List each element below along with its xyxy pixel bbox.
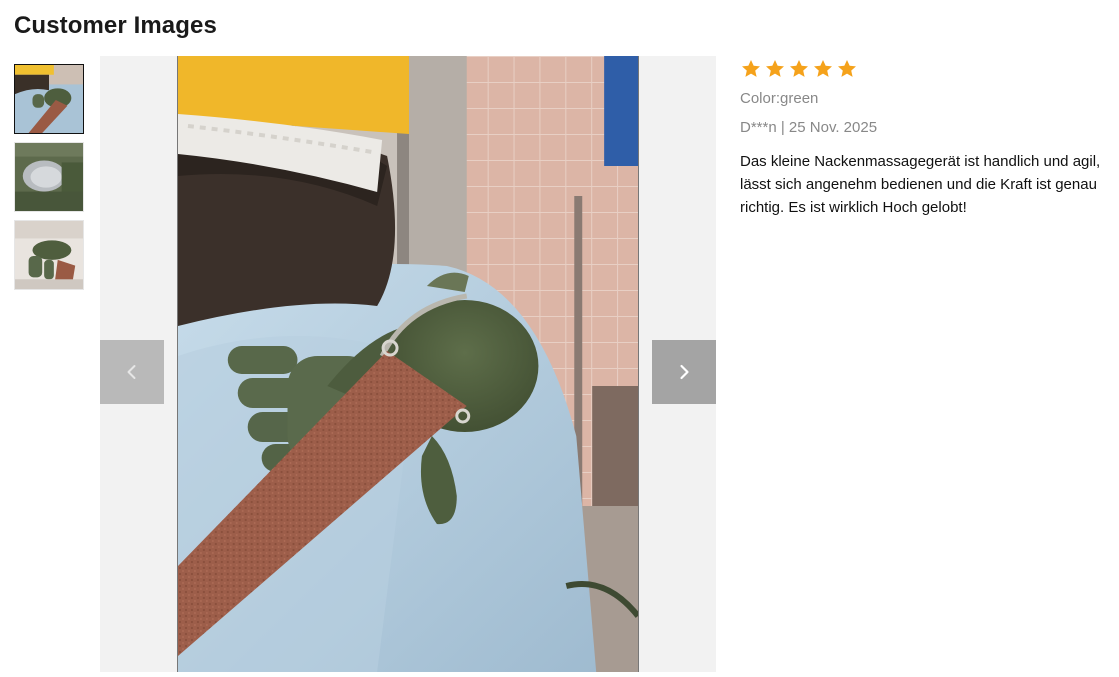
next-image-button[interactable] [652,340,716,404]
star-icon [740,58,762,80]
chevron-right-icon [680,364,689,380]
star-icon [764,58,786,80]
thumbnail-2-image [15,143,83,211]
thumbnail-2[interactable] [14,142,84,212]
thumbnail-1[interactable] [14,64,84,134]
review-author-date: D***n | 25 Nov. 2025 [740,119,878,136]
previous-image-button[interactable] [100,340,164,404]
thumbnail-strip [14,64,84,298]
page-title: Customer Images [14,12,217,39]
chevron-left-icon [127,365,136,379]
color-variant: Color:green [740,90,819,107]
star-rating [740,56,1110,82]
star-icon [836,58,858,80]
image-viewer [100,56,716,672]
thumbnail-3[interactable] [14,220,84,290]
review-text: Das kleine Nackenmassagegerät ist handli… [740,153,1101,216]
main-photo-image [178,56,638,672]
thumbnail-1-image [15,65,83,133]
main-photo [177,56,639,672]
star-icon [788,58,810,80]
review-panel: Color:green D***n | 25 Nov. 2025 Das kle… [740,56,1110,219]
star-icon [812,58,834,80]
thumbnail-3-image [15,221,83,289]
